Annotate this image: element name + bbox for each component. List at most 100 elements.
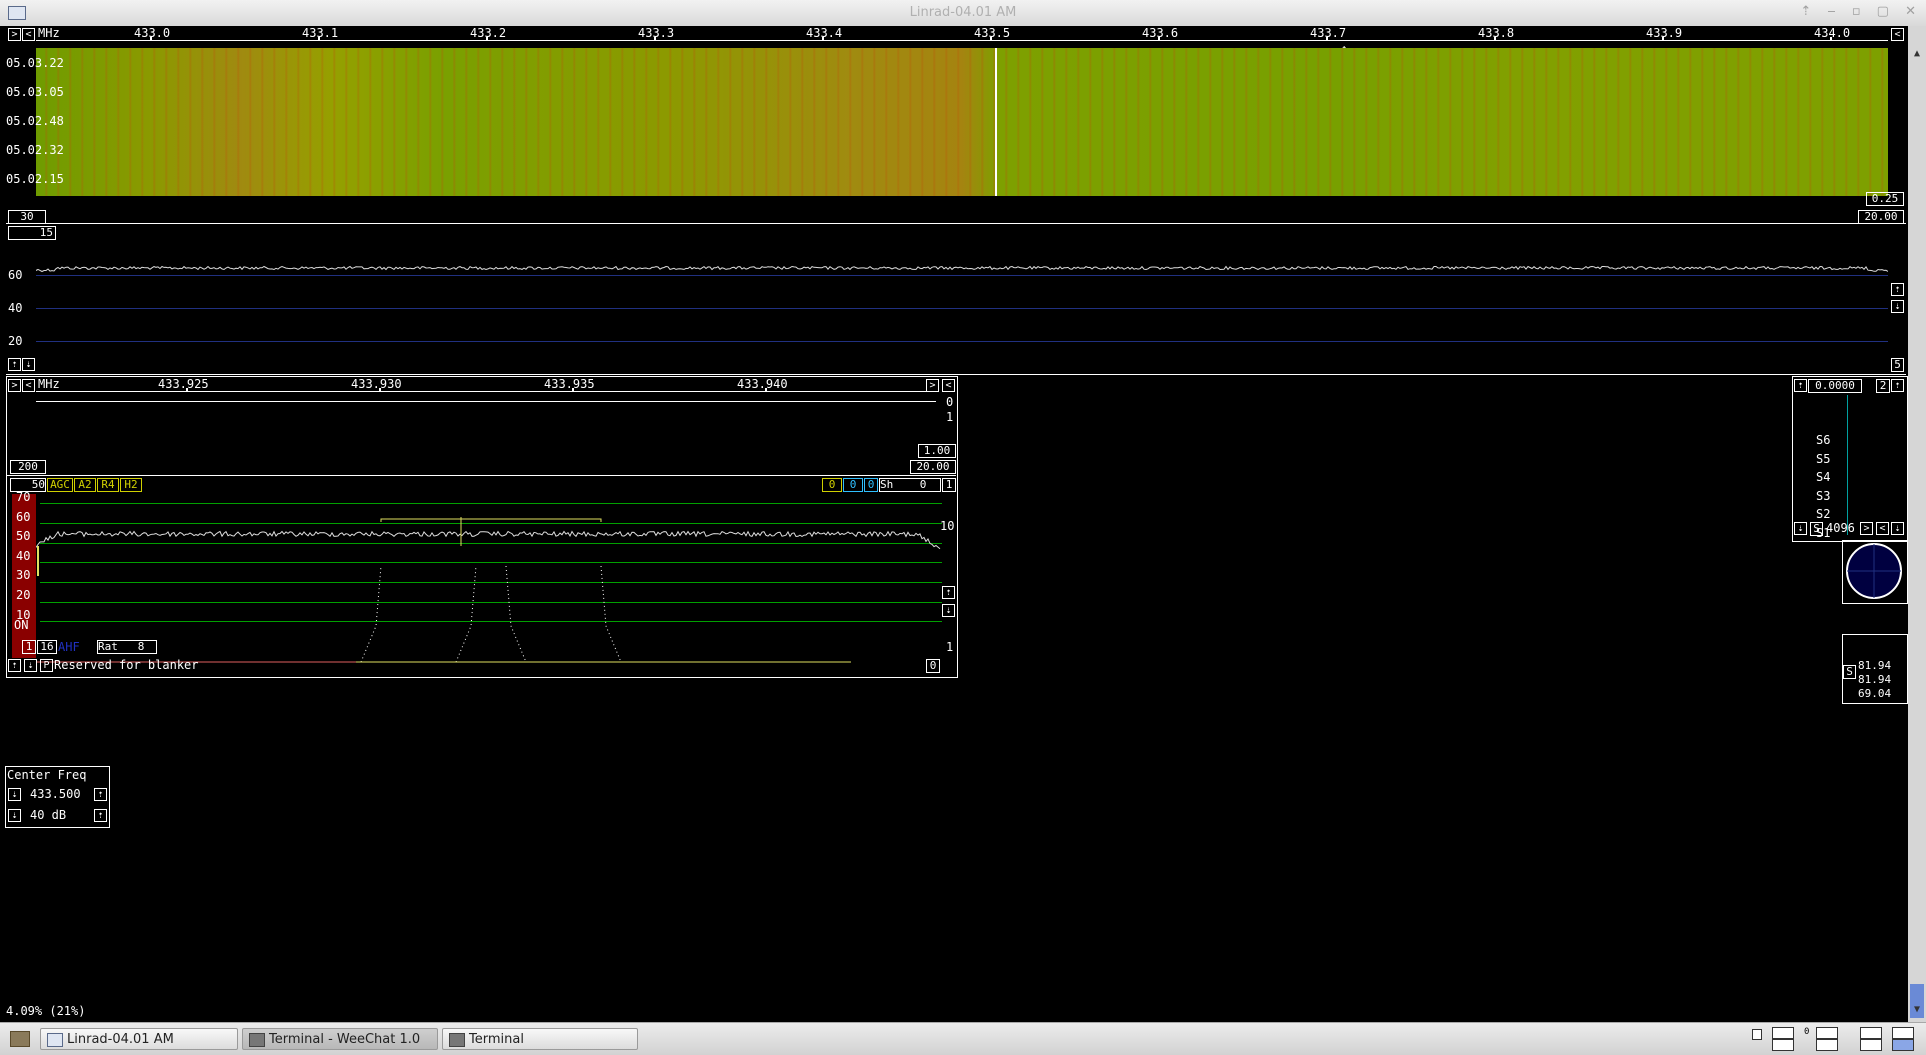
blanker-up-icon[interactable]: ⇡ [8, 659, 21, 672]
center-freq-db[interactable]: 40 dB [30, 808, 66, 822]
workspace-number: 0 [1804, 1027, 1810, 1037]
smeter-down-icon[interactable]: ⇣ [1891, 522, 1904, 535]
blanker-status: Reserved for blanker [54, 658, 199, 672]
spectrum-grid-line [36, 341, 1888, 342]
scroll-right-icon[interactable]: > [926, 379, 939, 392]
scroll-down-icon[interactable]: ▼ [1910, 1004, 1924, 1018]
rat-label: Rat [98, 640, 118, 653]
top-axis-line [36, 40, 1888, 41]
baseband-down-icon[interactable]: ⇣ [942, 604, 955, 617]
top-axis-tick-label: 433.0 [134, 26, 171, 40]
rat-control[interactable]: Rat 8 [97, 640, 157, 654]
waterfall-center-marker [995, 48, 997, 196]
desktop-icon[interactable] [1752, 1029, 1762, 1040]
scroll-left-icon[interactable]: < [942, 379, 955, 392]
workspace[interactable] [1860, 1039, 1882, 1051]
top-axis-tick-label: 433.8 [1478, 26, 1515, 40]
scroll-up-icon[interactable]: ▲ [1910, 48, 1924, 62]
baseband-axis-tick-label: 433.940 [737, 377, 788, 391]
smeter-scale-label: S2 [1816, 507, 1831, 521]
polarization-circle-icon [1846, 543, 1902, 599]
spectrum-up-icon[interactable]: ⇡ [1891, 283, 1904, 296]
scroll-right-icon[interactable]: > [1860, 522, 1873, 535]
scroll-right-icon[interactable]: > [8, 379, 21, 392]
taskbar-item-label: Terminal - WeeChat 1.0 [269, 1032, 421, 1047]
scroll-left-icon[interactable]: < [1891, 28, 1904, 41]
window-controls[interactable]: ⇡ ‒ ▫ ▢ ✕ [1800, 4, 1922, 19]
scroll-left-icon[interactable]: < [22, 28, 35, 41]
gain-up-icon[interactable]: ⇡ [94, 809, 107, 822]
workspace-pager[interactable]: 0 [1752, 1027, 1920, 1051]
baseband-ctrl-border [6, 475, 956, 476]
baseband-avg-box[interactable]: 200 [10, 460, 46, 474]
baseband-axis-tick-label: 433.925 [158, 377, 209, 391]
baseband-axis-tick-label: 433.930 [351, 377, 402, 391]
vertical-scrollbar[interactable]: ▲ ▼ [1908, 26, 1926, 1022]
spectrum-avg-box[interactable]: 15 [8, 226, 56, 240]
baseband-bw-box[interactable]: 20.00 [910, 460, 956, 474]
blanker-down-icon[interactable]: ⇣ [24, 659, 37, 672]
center-freq-value[interactable]: 433.500 [30, 787, 81, 801]
workspace[interactable] [1892, 1027, 1914, 1039]
waterfall-display[interactable] [36, 48, 1888, 196]
on-label: ON [14, 618, 29, 632]
workspace[interactable] [1816, 1039, 1838, 1051]
reading-value: 69.04 [1858, 687, 1892, 700]
scroll-left-icon[interactable]: < [22, 379, 35, 392]
top-axis-unit: MHz [38, 26, 60, 40]
taskbar-item-label: Linrad-04.01 AM [67, 1032, 174, 1047]
blanker-right-box[interactable]: 0 [926, 659, 940, 673]
readings-s-box[interactable]: S [1843, 665, 1856, 679]
spectrum-level-label: 60 [8, 268, 23, 282]
workspace[interactable] [1816, 1027, 1838, 1039]
ahf-label[interactable]: AHF [58, 640, 80, 654]
baseband-gain-box[interactable]: 1.00 [918, 444, 956, 458]
time-label: 05.02.48 [6, 114, 64, 128]
spectrum-up-icon[interactable]: ⇡ [8, 358, 21, 371]
spectrum-down-icon[interactable]: ⇣ [1891, 300, 1904, 313]
workspace-active[interactable] [1892, 1039, 1914, 1051]
taskbar-item-weechat[interactable]: Terminal - WeeChat 1.0 [242, 1028, 438, 1050]
workspace[interactable] [1772, 1039, 1794, 1051]
taskbar: Linrad-04.01 AM Terminal - WeeChat 1.0 T… [0, 1022, 1926, 1055]
top-axis-tick-label: 433.6 [1142, 26, 1179, 40]
workspace[interactable] [1772, 1027, 1794, 1039]
smeter-up-icon[interactable]: ⇡ [1794, 379, 1807, 392]
top-axis-tick-label: 434.0 [1814, 26, 1851, 40]
smeter-s-box[interactable]: S [1810, 522, 1823, 536]
linrad-main: > < MHz 433.0 433.1 433.2 433.3 433.4 433.5 43… [0, 26, 1908, 1022]
time-label: 05.03.22 [6, 56, 64, 70]
spectrum-scale-box[interactable]: 5 [1891, 358, 1904, 372]
scroll-right-icon[interactable]: > [8, 28, 21, 41]
smeter-axis [1847, 395, 1848, 535]
smeter-up-icon[interactable]: ⇡ [1891, 379, 1904, 392]
gain-down-icon[interactable]: ⇣ [8, 809, 21, 822]
waterfall-zero-box[interactable]: 20.00 [1858, 210, 1904, 224]
freq-down-icon[interactable]: ⇣ [8, 788, 21, 801]
baseband-bottom-right: 1 [946, 640, 954, 654]
smeter-fft: 4096 [1826, 521, 1855, 535]
baseband-box-16[interactable]: 16 [37, 640, 57, 654]
top-axis-tick-label: 433.9 [1646, 26, 1683, 40]
waterfall-avg-box[interactable]: 30 [8, 210, 46, 224]
baseband-level-label: 60 [16, 509, 31, 524]
baseband-box-1[interactable]: 1 [22, 640, 36, 654]
window-icon [47, 1033, 63, 1047]
taskbar-item-label: Terminal [469, 1032, 524, 1047]
p-button[interactable]: P [40, 659, 53, 672]
scroll-left-icon[interactable]: < [1876, 522, 1889, 535]
window-titlebar: Linrad-04.01 AM ⇡ ‒ ▫ ▢ ✕ [0, 0, 1926, 27]
freq-up-icon[interactable]: ⇡ [94, 788, 107, 801]
spectrum-down-icon[interactable]: ⇣ [22, 358, 35, 371]
smeter-box[interactable]: 2 [1876, 379, 1890, 393]
reading-value: 81.94 [1858, 659, 1892, 672]
baseband-level-label: 20 [16, 588, 31, 602]
smeter-down-icon[interactable]: ⇣ [1794, 522, 1807, 535]
smeter-value[interactable]: 0.0000 [1808, 379, 1862, 393]
taskbar-item-terminal[interactable]: Terminal [442, 1028, 638, 1050]
waterfall-gain-value[interactable]: 0.25 [1866, 192, 1904, 206]
workspace[interactable] [1860, 1027, 1882, 1039]
taskbar-item-linrad[interactable]: Linrad-04.01 AM [40, 1028, 238, 1050]
baseband-up-icon[interactable]: ⇡ [942, 586, 955, 599]
folder-icon[interactable] [10, 1031, 30, 1047]
